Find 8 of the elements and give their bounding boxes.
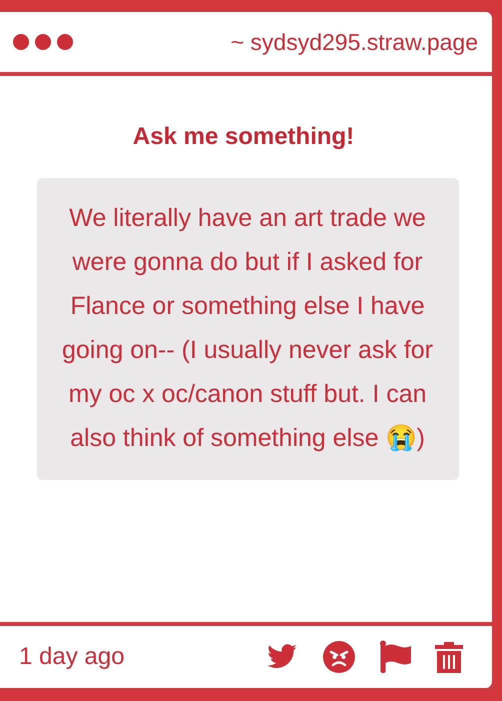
angry-face-icon[interactable] [322, 640, 356, 674]
page-address: ~ sydsyd295.straw.page [230, 28, 478, 56]
timestamp: 1 day ago [19, 643, 124, 671]
flag-icon[interactable] [378, 640, 412, 674]
trash-icon[interactable] [434, 640, 464, 674]
question-text: We literally have an art trade we were gonna do but if I asked for Flance or something else I have going on-- (I usually never ask for my oc x oc/canon stuff but. I can also think of something else 😭) [60, 203, 434, 454]
window-dots-icon [11, 32, 75, 52]
page-heading: Ask me something! [132, 123, 354, 151]
